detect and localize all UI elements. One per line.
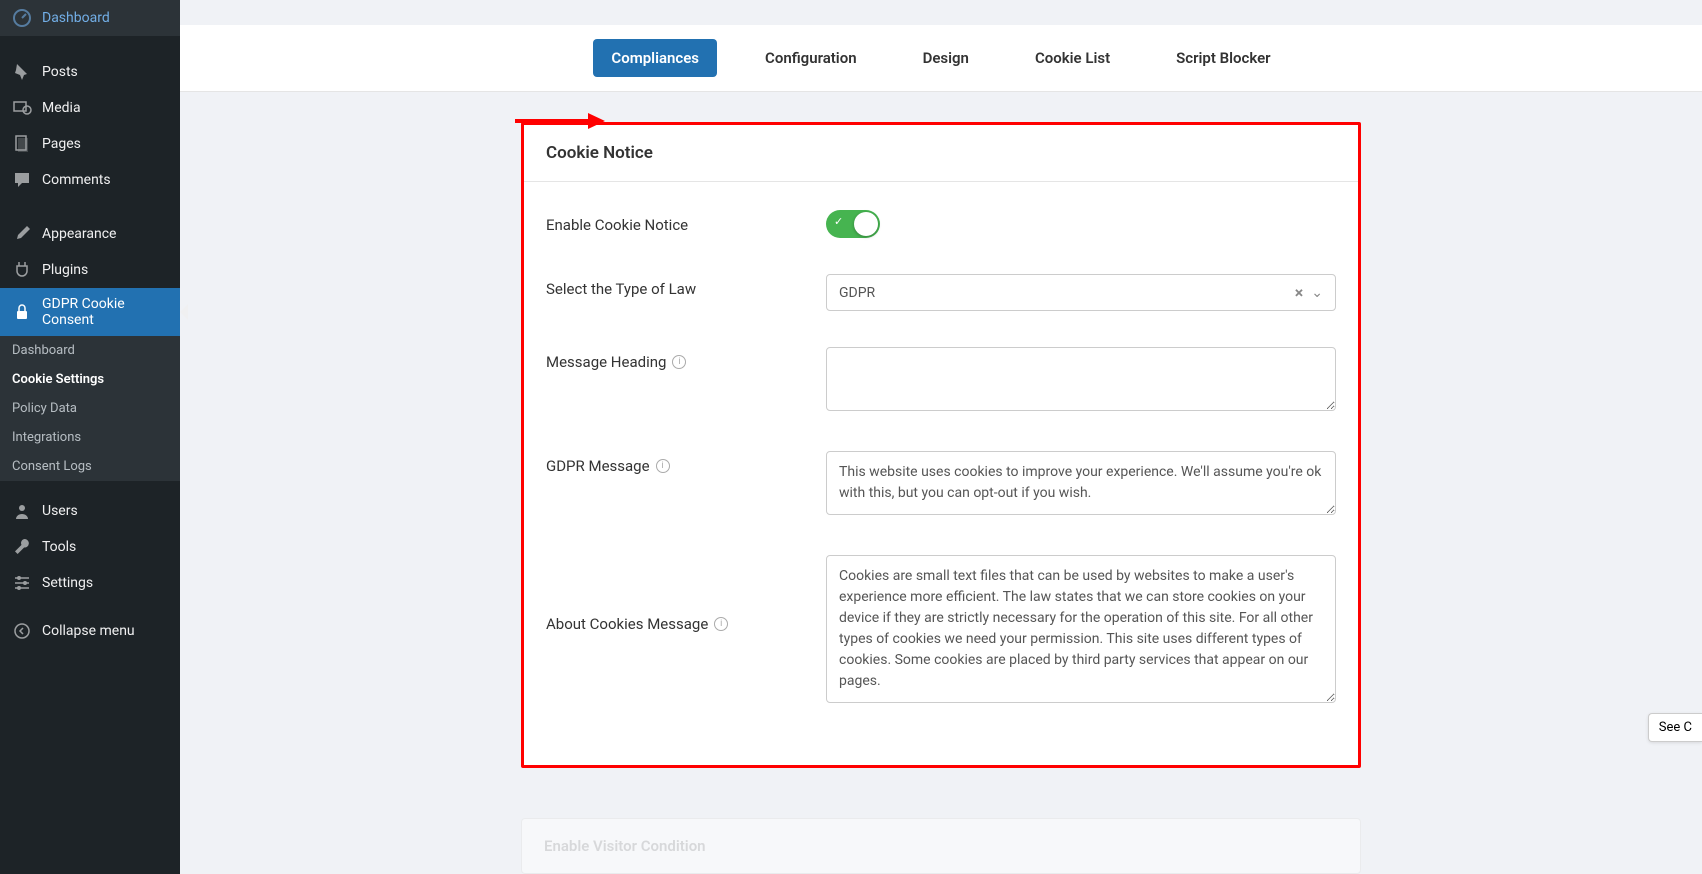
about-cookies-input[interactable]	[826, 555, 1336, 703]
sidebar-item-collapse[interactable]: Collapse menu	[0, 613, 180, 649]
sidebar-item-media[interactable]: Media	[0, 90, 180, 126]
see-button[interactable]: See C	[1648, 713, 1702, 742]
media-icon	[12, 98, 32, 118]
tab-design[interactable]: Design	[905, 39, 987, 77]
next-section-card: Enable Visitor Condition	[521, 818, 1361, 874]
sidebar-item-appearance[interactable]: Appearance	[0, 216, 180, 252]
user-icon	[12, 501, 32, 521]
admin-sidebar: Dashboard Posts Media Pages Comments App…	[0, 0, 180, 874]
tabs-bar: Compliances Configuration Design Cookie …	[180, 25, 1702, 92]
sidebar-label: Media	[42, 100, 81, 116]
brush-icon	[12, 224, 32, 244]
sidebar-item-gdpr[interactable]: GDPR Cookie Consent	[0, 288, 180, 336]
submenu-item-policy-data[interactable]: Policy Data	[0, 394, 180, 423]
sidebar-label: Plugins	[42, 262, 88, 278]
select-law-value: GDPR	[839, 285, 875, 301]
about-cookies-label: About Cookies Message i	[546, 555, 826, 633]
sidebar-submenu: Dashboard Cookie Settings Policy Data In…	[0, 336, 180, 481]
main-content: Compliances Configuration Design Cookie …	[180, 0, 1702, 874]
enable-cookie-notice-toggle[interactable]	[826, 210, 880, 238]
sidebar-item-users[interactable]: Users	[0, 493, 180, 529]
sidebar-label: Tools	[42, 539, 76, 555]
sidebar-label: Users	[42, 503, 78, 519]
sidebar-label: Comments	[42, 172, 111, 188]
select-law-label: Select the Type of Law	[546, 274, 826, 298]
card-title: Cookie Notice	[524, 125, 1358, 182]
sidebar-item-posts[interactable]: Posts	[0, 54, 180, 90]
submenu-item-cookie-settings[interactable]: Cookie Settings	[0, 365, 180, 394]
info-icon[interactable]: i	[656, 459, 670, 473]
submenu-item-consent-logs[interactable]: Consent Logs	[0, 452, 180, 481]
sidebar-item-comments[interactable]: Comments	[0, 162, 180, 198]
comment-icon	[12, 170, 32, 190]
info-icon[interactable]: i	[714, 617, 728, 631]
clear-icon[interactable]: ×	[1295, 283, 1304, 302]
plug-icon	[12, 260, 32, 280]
gdpr-message-label: GDPR Message i	[546, 451, 826, 475]
sidebar-item-tools[interactable]: Tools	[0, 529, 180, 565]
submenu-item-dashboard[interactable]: Dashboard	[0, 336, 180, 365]
annotation-arrow	[510, 106, 610, 140]
dashboard-icon	[12, 8, 32, 28]
sidebar-label: Collapse menu	[42, 623, 135, 639]
submenu-item-integrations[interactable]: Integrations	[0, 423, 180, 452]
tab-compliances[interactable]: Compliances	[593, 39, 717, 77]
enable-cookie-notice-label: Enable Cookie Notice	[546, 210, 826, 234]
info-icon[interactable]: i	[672, 355, 686, 369]
sidebar-label: Pages	[42, 136, 81, 152]
tab-configuration[interactable]: Configuration	[747, 39, 875, 77]
wrench-icon	[12, 537, 32, 557]
sidebar-label: Dashboard	[42, 10, 110, 26]
tab-cookie-list[interactable]: Cookie List	[1017, 39, 1128, 77]
sidebar-item-dashboard[interactable]: Dashboard	[0, 0, 180, 36]
select-law-dropdown[interactable]: GDPR × ⌄	[826, 274, 1336, 311]
sidebar-label: GDPR Cookie Consent	[42, 296, 168, 328]
message-heading-input[interactable]	[826, 347, 1336, 411]
chevron-down-icon[interactable]: ⌄	[1311, 285, 1323, 301]
sidebar-label: Appearance	[42, 226, 116, 242]
sidebar-label: Settings	[42, 575, 93, 591]
collapse-icon	[12, 621, 32, 641]
lock-icon	[12, 302, 32, 322]
sidebar-item-settings[interactable]: Settings	[0, 565, 180, 601]
pin-icon	[12, 62, 32, 82]
message-heading-label: Message Heading i	[546, 347, 826, 371]
sidebar-label: Posts	[42, 64, 78, 80]
sidebar-item-plugins[interactable]: Plugins	[0, 252, 180, 288]
cookie-notice-card: Cookie Notice Enable Cookie Notice Selec…	[521, 122, 1361, 768]
tab-script-blocker[interactable]: Script Blocker	[1158, 39, 1288, 77]
pages-icon	[12, 134, 32, 154]
sliders-icon	[12, 573, 32, 593]
sidebar-item-pages[interactable]: Pages	[0, 126, 180, 162]
gdpr-message-input[interactable]	[826, 451, 1336, 515]
